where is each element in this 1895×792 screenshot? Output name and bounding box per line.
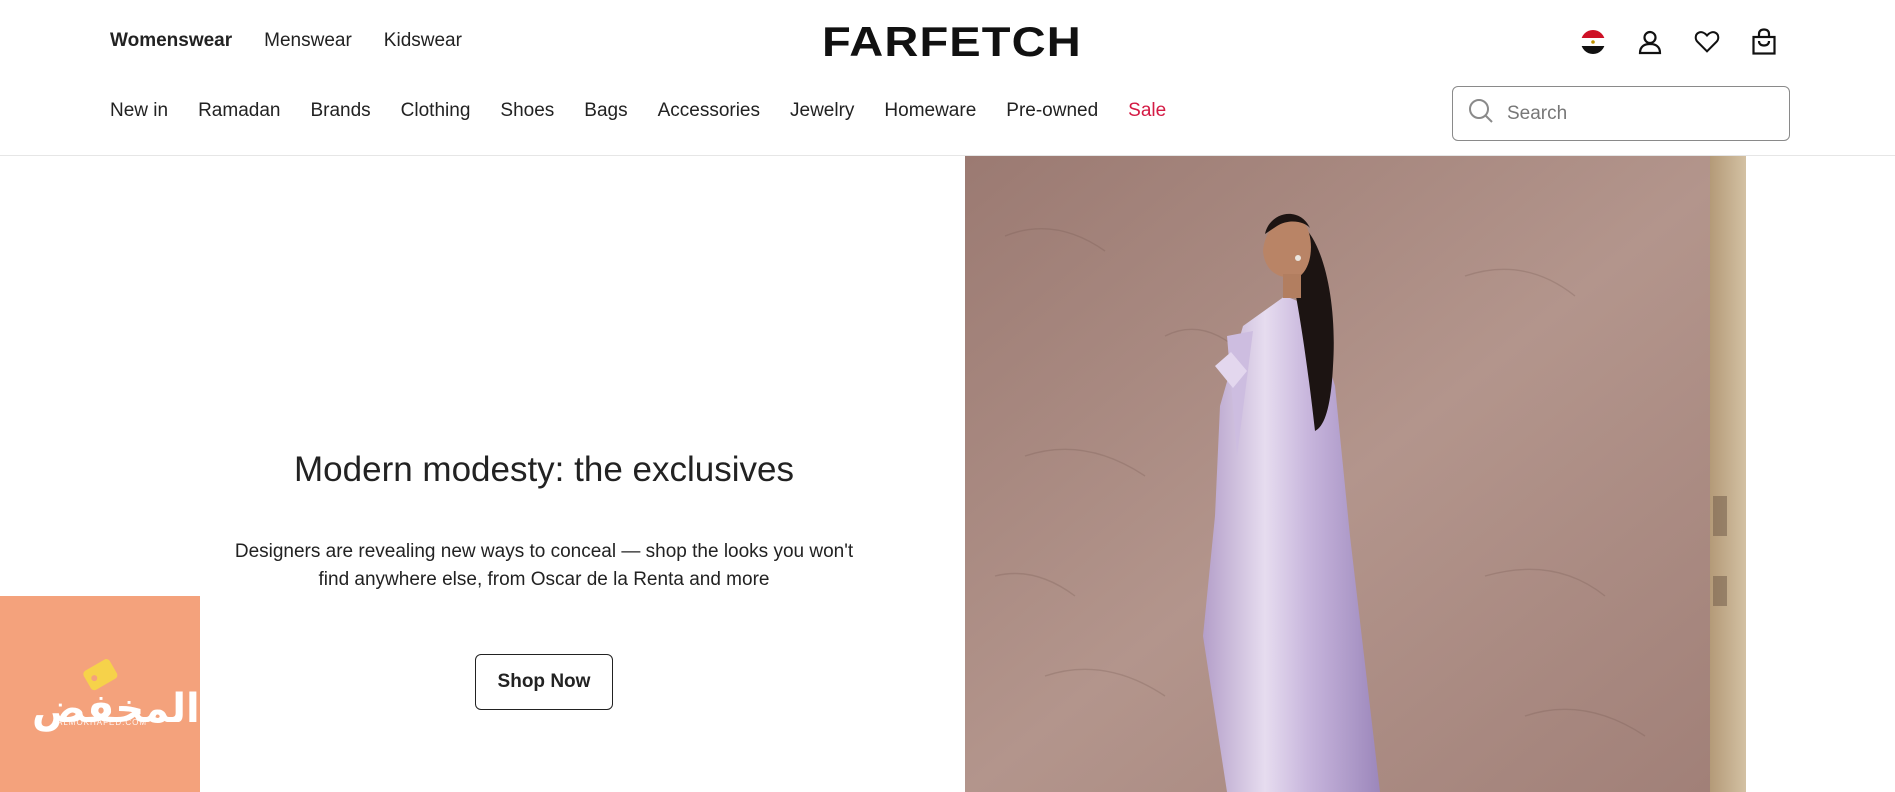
nav-item-homeware[interactable]: Homeware — [884, 100, 976, 122]
farfetch-logo[interactable]: FARFETCH — [822, 18, 1082, 66]
tab-womenswear[interactable]: Womenswear — [110, 30, 232, 52]
almokhafed-badge[interactable]: المخفض ALMOKHAFED.COM — [0, 596, 200, 792]
shop-now-button[interactable]: Shop Now — [475, 654, 613, 710]
nav-item-bags[interactable]: Bags — [584, 100, 627, 122]
badge-subtext: ALMOKHAFED.COM — [57, 718, 148, 727]
egypt-flag-icon[interactable] — [1580, 26, 1606, 58]
hero-image[interactable] — [965, 156, 1746, 792]
search-icon — [1467, 97, 1495, 130]
category-nav: New in Ramadan Brands Clothing Shoes Bag… — [110, 100, 1196, 122]
header-icons — [1580, 26, 1777, 58]
wishlist-heart-icon[interactable] — [1694, 26, 1720, 58]
hero-text: Modern modesty: the exclusives Designers… — [200, 450, 888, 710]
nav-item-jewelry[interactable]: Jewelry — [790, 100, 854, 122]
tab-kidswear[interactable]: Kidswear — [384, 30, 462, 52]
nav-item-accessories[interactable]: Accessories — [658, 100, 760, 122]
nav-item-sale[interactable]: Sale — [1128, 100, 1166, 122]
nav-item-shoes[interactable]: Shoes — [500, 100, 554, 122]
search-box[interactable] — [1452, 86, 1790, 141]
shopping-bag-icon[interactable] — [1751, 26, 1777, 58]
nav-item-pre-owned[interactable]: Pre-owned — [1006, 100, 1098, 122]
site-header: Womenswear Menswear Kidswear FARFETCH Ne… — [0, 0, 1895, 156]
tab-menswear[interactable]: Menswear — [264, 30, 352, 52]
search-input[interactable] — [1507, 102, 1777, 125]
hero-title: Modern modesty: the exclusives — [294, 450, 794, 489]
gender-tabs: Womenswear Menswear Kidswear — [110, 30, 462, 52]
nav-item-new-in[interactable]: New in — [110, 100, 168, 122]
nav-item-clothing[interactable]: Clothing — [401, 100, 471, 122]
account-icon[interactable] — [1637, 26, 1663, 58]
nav-item-ramadan[interactable]: Ramadan — [198, 100, 280, 122]
hero-description: Designers are revealing new ways to conc… — [234, 541, 854, 590]
nav-item-brands[interactable]: Brands — [310, 100, 370, 122]
